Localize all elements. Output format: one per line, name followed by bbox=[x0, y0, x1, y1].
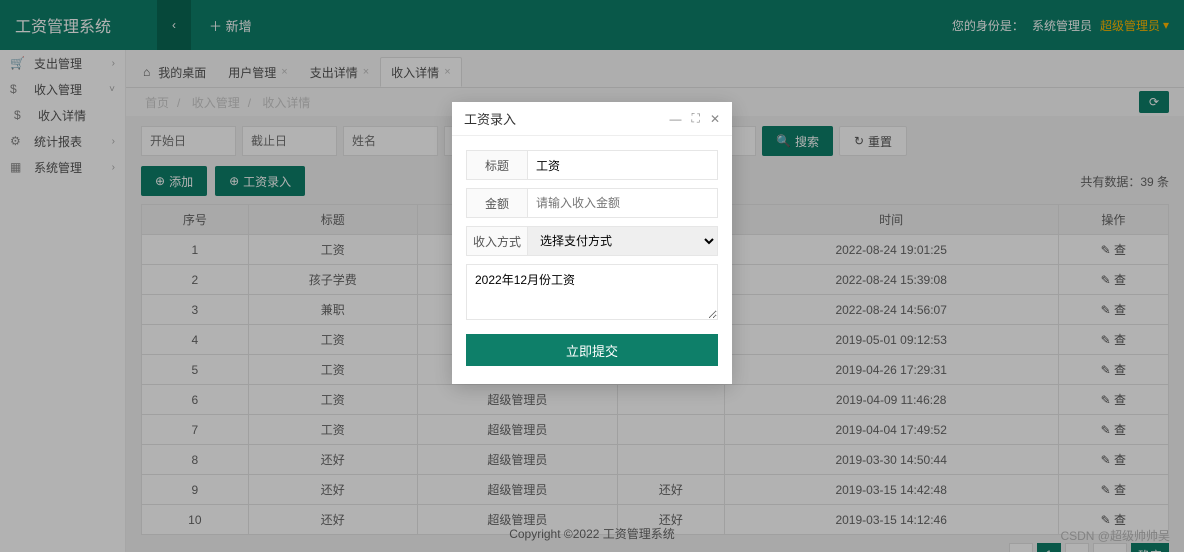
salary-entry-modal: 工资录入 — ⛶ ✕ 标题 金额 收入方式 选择支付方式 2022年12月份工资… bbox=[452, 102, 732, 384]
modal-overlay[interactable]: 工资录入 — ⛶ ✕ 标题 金额 收入方式 选择支付方式 2022年12月份工资… bbox=[0, 0, 1184, 552]
field-method-label: 收入方式 bbox=[466, 226, 528, 256]
field-amount-input[interactable] bbox=[528, 188, 718, 218]
modal-title: 工资录入 bbox=[464, 109, 516, 128]
maximize-icon[interactable]: ⛶ bbox=[692, 111, 700, 126]
field-method-select[interactable]: 选择支付方式 bbox=[528, 226, 718, 256]
close-icon[interactable]: ✕ bbox=[710, 112, 720, 126]
field-amount-label: 金额 bbox=[466, 188, 528, 218]
field-title-input[interactable] bbox=[528, 150, 718, 180]
minimize-icon[interactable]: — bbox=[670, 112, 682, 126]
field-title-label: 标题 bbox=[466, 150, 528, 180]
field-notes-textarea[interactable]: 2022年12月份工资 bbox=[466, 264, 718, 320]
submit-button[interactable]: 立即提交 bbox=[466, 334, 718, 366]
